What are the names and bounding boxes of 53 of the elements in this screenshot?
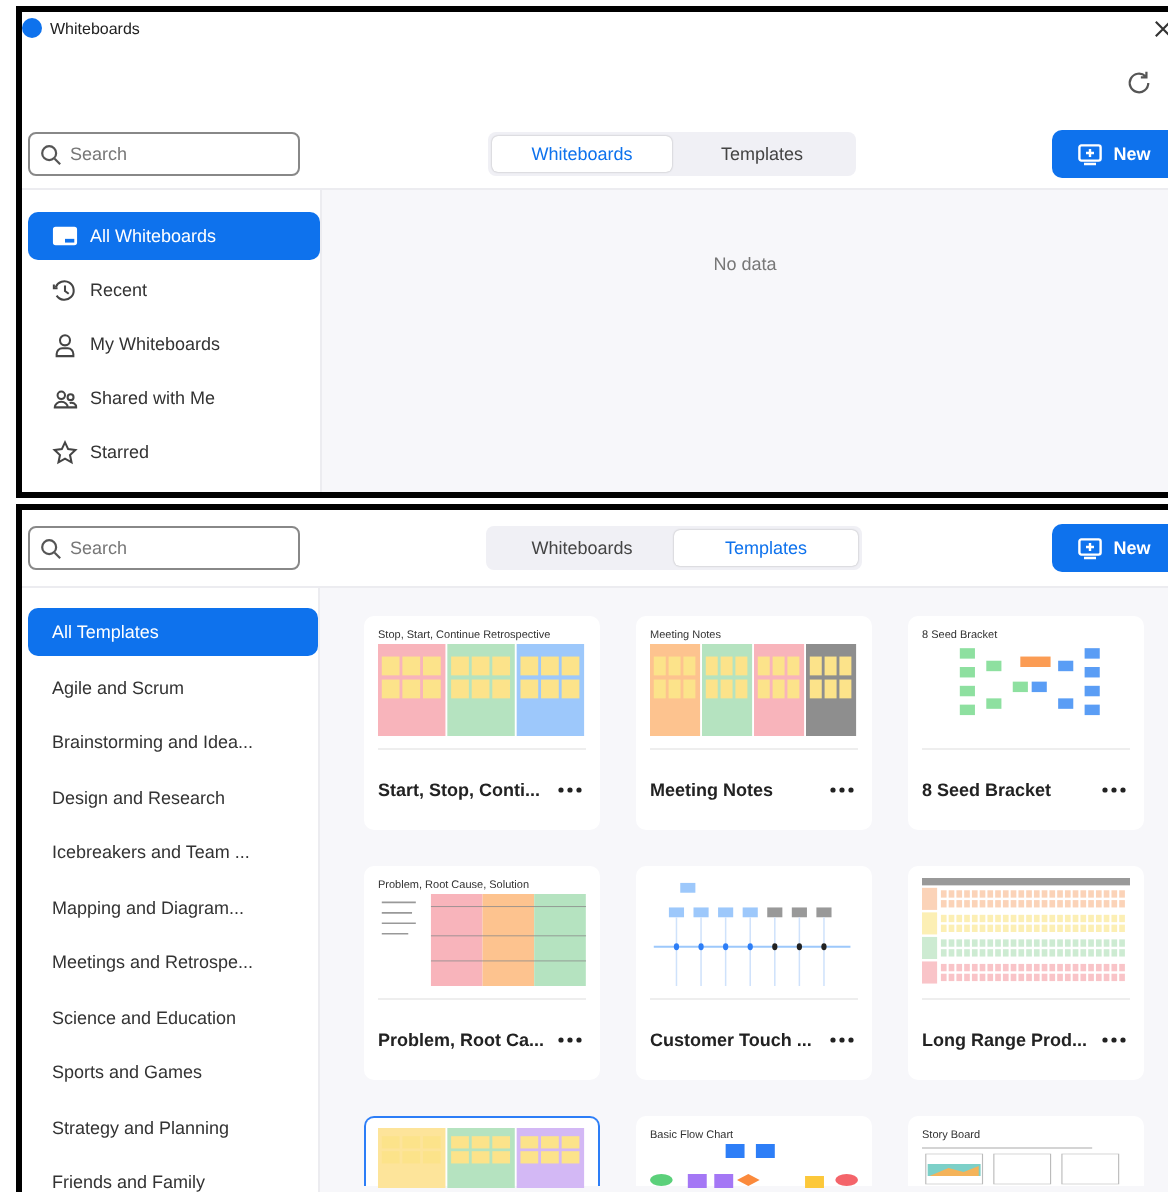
template-card[interactable]: [364, 1116, 600, 1186]
template-title: 8 Seed Bracket: [922, 779, 1052, 799]
view-tab[interactable]: Templates: [672, 136, 852, 172]
template-title: Problem, Root Ca...: [378, 1029, 545, 1049]
more-icon[interactable]: [830, 785, 854, 793]
view-tab[interactable]: Whiteboards: [492, 136, 672, 172]
window-title: Whiteboards: [50, 19, 140, 37]
more-icon[interactable]: [830, 1035, 854, 1043]
category-item[interactable]: Strategy and Planning: [28, 1103, 318, 1151]
sidebar-item[interactable]: Shared with Me: [28, 374, 320, 422]
new-button[interactable]: New: [1052, 524, 1168, 572]
clock-icon: [52, 277, 78, 303]
more-icon[interactable]: [1102, 1035, 1126, 1043]
people-icon: [52, 385, 78, 411]
close-icon[interactable]: [1154, 19, 1168, 37]
search-field[interactable]: Search: [28, 526, 300, 570]
category-item[interactable]: Science and Education: [28, 993, 318, 1041]
category-item[interactable]: Sports and Games: [28, 1048, 318, 1096]
app-logo-icon: [22, 18, 42, 38]
category-item[interactable]: Agile and Scrum: [28, 663, 318, 711]
search-icon: [40, 143, 62, 165]
category-item[interactable]: Meetings and Retrospe...: [28, 938, 318, 986]
more-icon[interactable]: [558, 785, 582, 793]
search-icon: [40, 537, 62, 559]
template-title: Customer Touch ...: [650, 1029, 812, 1049]
search-field[interactable]: Search: [28, 132, 300, 176]
new-board-icon: [1077, 537, 1102, 559]
category-item[interactable]: Design and Research: [28, 773, 318, 821]
category-item[interactable]: Brainstorming and Idea...: [28, 718, 318, 766]
star-icon: [52, 439, 78, 465]
new-board-icon: [1077, 143, 1102, 165]
template-title: Meeting Notes: [650, 779, 774, 799]
view-tab[interactable]: Whiteboards: [490, 530, 674, 566]
more-icon[interactable]: [558, 1035, 582, 1043]
template-card[interactable]: Customer Touch ...: [636, 866, 872, 1080]
sidebar-item[interactable]: Starred: [28, 428, 320, 476]
category-item[interactable]: Friends and Family: [28, 1158, 318, 1192]
category-item[interactable]: Mapping and Diagram...: [28, 883, 318, 931]
board-icon: [52, 223, 78, 249]
category-item[interactable]: Icebreakers and Team ...: [28, 828, 318, 876]
sidebar-item[interactable]: Recent: [28, 266, 320, 314]
sidebar-item[interactable]: All Whiteboards: [28, 212, 320, 260]
view-tab[interactable]: Templates: [674, 530, 858, 566]
sidebar-item[interactable]: My Whiteboards: [28, 320, 320, 368]
empty-message: No data: [713, 254, 777, 278]
new-button[interactable]: New: [1052, 130, 1168, 178]
template-title: Start, Stop, Conti...: [378, 779, 540, 799]
template-title: Long Range Prod...: [922, 1029, 1087, 1049]
refresh-icon[interactable]: [1126, 69, 1152, 95]
person-icon: [52, 331, 78, 357]
template-card[interactable]: Long Range Prod...: [908, 866, 1144, 1080]
more-icon[interactable]: [1102, 785, 1126, 793]
category-item[interactable]: All Templates: [28, 608, 318, 656]
